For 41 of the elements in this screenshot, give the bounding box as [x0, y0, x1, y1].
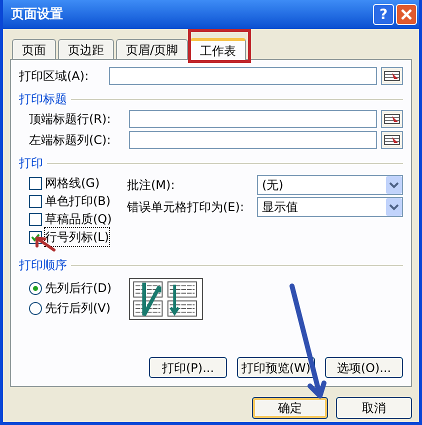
field-label: 左端标题列(C): [29, 132, 112, 149]
range-picker-button[interactable] [381, 131, 403, 149]
panel-button[interactable]: 打印预览(W) [237, 357, 315, 378]
range-picker-button[interactable] [381, 110, 403, 128]
group-heading: 打印标题 [19, 91, 67, 108]
radio-label: 先列后行(D) [45, 280, 112, 297]
radio-label: 先行后列(V) [45, 300, 111, 317]
tab[interactable]: 工作表 [190, 38, 246, 60]
dropdown-label: 批注(M): [127, 177, 176, 194]
close-button[interactable] [396, 4, 417, 25]
field-label: 打印区域(A): [19, 68, 90, 85]
checkbox-label: 单色打印(B) [45, 193, 111, 210]
group-heading: 打印顺序 [19, 257, 67, 274]
dialog-button[interactable]: 确定 [252, 397, 328, 419]
input-field[interactable] [129, 131, 377, 149]
dropdown[interactable]: 显示值 [257, 197, 403, 217]
group-heading: 打印 [19, 155, 43, 172]
window-title: 页面设置 [11, 6, 63, 24]
panel-button[interactable]: 打印(P)... [149, 357, 227, 378]
tab[interactable]: 页眉/页脚 [116, 39, 188, 59]
checkbox[interactable] [29, 176, 42, 190]
help-button[interactable]: ? [373, 4, 394, 25]
tab[interactable]: 页面 [12, 39, 56, 59]
checkmark-icon [31, 232, 40, 242]
radio-button[interactable] [29, 282, 42, 294]
field-label: 顶端标题行(R): [29, 111, 112, 128]
checkbox-label: 行号列标(L) [45, 228, 110, 246]
panel-button[interactable]: 选项(O)... [325, 357, 403, 378]
dropdown[interactable]: (无) [257, 175, 403, 195]
dropdown-label: 错误单元格打印为(E): [127, 199, 245, 216]
close-icon [401, 9, 412, 20]
input-field[interactable] [109, 67, 377, 85]
dialog-button[interactable]: 取消 [336, 397, 412, 419]
range-picker-button[interactable] [381, 67, 403, 85]
checkbox[interactable] [29, 212, 42, 226]
radio-button[interactable] [29, 302, 42, 314]
checkbox-label: 草稿品质(Q) [45, 211, 112, 228]
input-field[interactable] [129, 110, 377, 128]
checkbox-label: 网格线(G) [45, 175, 100, 192]
tab[interactable]: 页边距 [58, 39, 114, 59]
checkbox[interactable] [29, 194, 42, 208]
